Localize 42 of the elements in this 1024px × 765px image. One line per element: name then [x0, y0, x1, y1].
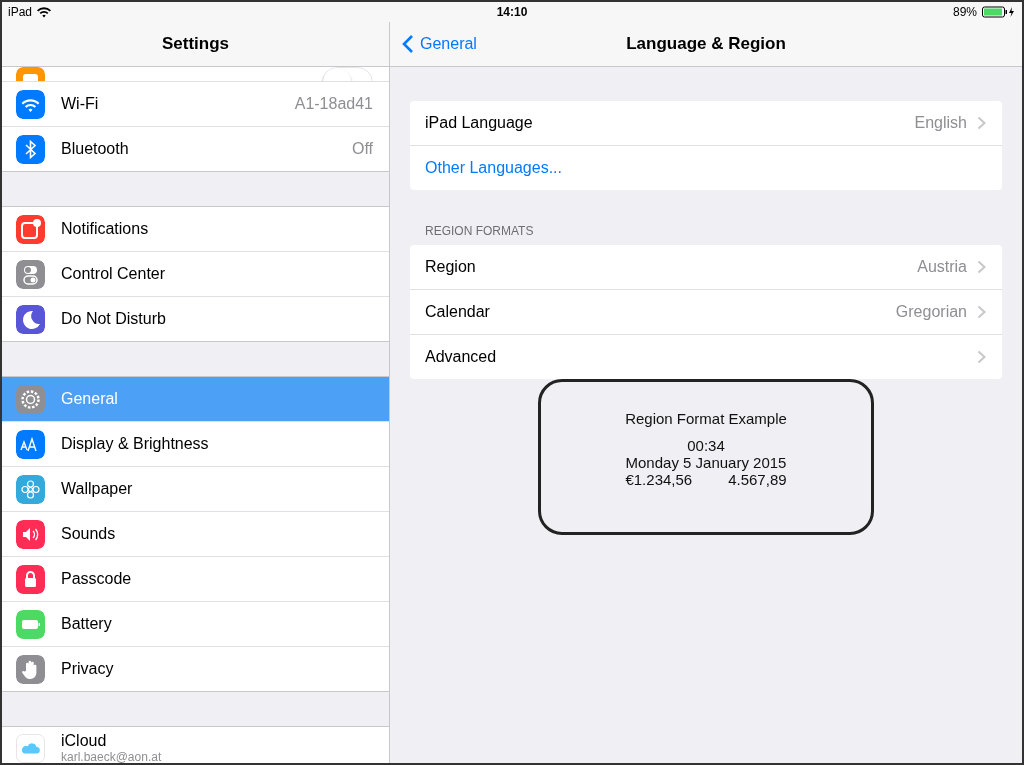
example-date: Monday 5 January 2015: [625, 454, 787, 471]
page-title: Language & Region: [626, 34, 786, 54]
chevron-icon: [977, 350, 986, 364]
sidebar-item[interactable]: Battery: [2, 601, 389, 646]
sidebar-item[interactable]: Wi-Fi A1-18ad41: [2, 81, 389, 126]
account-email: karl.baeck@aon.at: [61, 750, 163, 763]
settings-row[interactable]: iPad Language English: [410, 101, 1002, 145]
sidebar-item[interactable]: Privacy: [2, 646, 389, 691]
example-time: 00:34: [687, 437, 725, 454]
sidebar-item[interactable]: Bluetooth Off: [2, 126, 389, 171]
chevron-icon: [977, 305, 986, 319]
sidebar-item[interactable]: Display & Brightness: [2, 421, 389, 466]
back-chevron-icon: [402, 34, 414, 54]
settings-row[interactable]: Calendar Gregorian: [410, 289, 1002, 334]
example-number: 4.567,89: [728, 471, 787, 488]
sidebar-item[interactable]: Do Not Disturb: [2, 296, 389, 341]
setting-value: Off: [351, 140, 373, 158]
example-currency: €1.234,56: [625, 471, 693, 488]
battery-percent: 89%: [953, 5, 977, 19]
example-title: Region Format Example: [625, 410, 787, 427]
chevron-icon: [977, 260, 986, 274]
setting-value: English: [914, 114, 967, 132]
sidebar-item[interactable]: Passcode: [2, 556, 389, 601]
sidebar-item[interactable]: Wallpaper: [2, 466, 389, 511]
sidebar-item[interactable]: Control Center: [2, 251, 389, 296]
settings-row[interactable]: Advanced: [410, 334, 1002, 379]
sidebar-item[interactable]: iCloud karl.baeck@aon.at: [2, 727, 389, 763]
sidebar-title: Settings: [2, 22, 389, 67]
clock-time: 14:10: [496, 5, 528, 19]
sidebar-item[interactable]: Sounds: [2, 511, 389, 556]
section-header: REGION FORMATS: [425, 224, 535, 238]
setting-value: Austria: [917, 258, 967, 276]
chevron-icon: [977, 116, 986, 130]
setting-value: Gregorian: [895, 303, 967, 321]
battery-charging-icon: [982, 6, 1016, 18]
device-name: iPad: [8, 5, 33, 19]
settings-row[interactable]: Other Languages...: [410, 145, 1002, 190]
wifi-icon: [37, 6, 52, 18]
sidebar-item[interactable]: Notifications: [2, 207, 389, 251]
setting-value: A1-18ad41: [294, 95, 373, 113]
back-button[interactable]: General: [390, 33, 483, 55]
settings-row[interactable]: Region Austria: [410, 245, 1002, 289]
